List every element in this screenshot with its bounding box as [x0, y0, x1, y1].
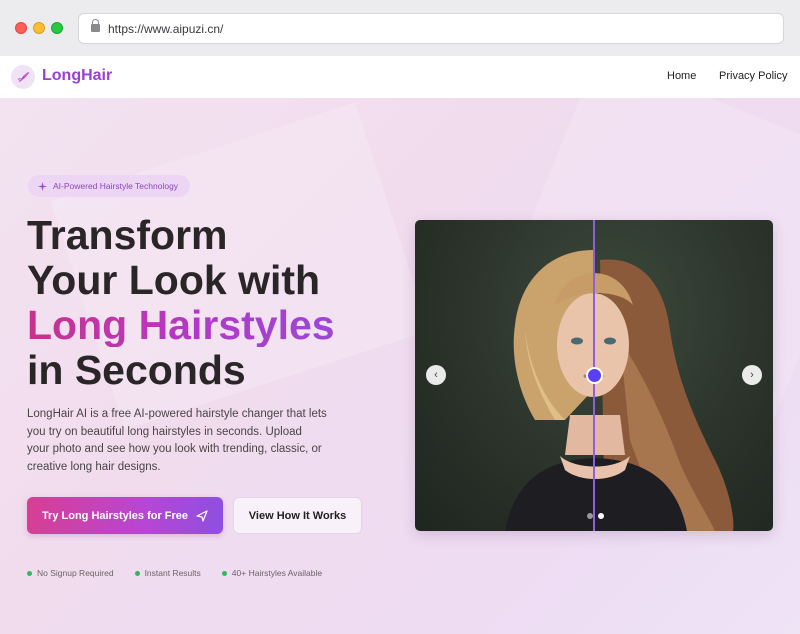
headline-highlight: Long Hairstyles: [27, 302, 335, 348]
pagination-dot[interactable]: [587, 513, 593, 519]
hero-description: LongHair AI is a free AI-powered hairsty…: [27, 408, 327, 473]
try-free-button[interactable]: Try Long Hairstyles for Free: [27, 497, 223, 534]
top-navbar: LongHair Home Privacy Policy: [0, 56, 800, 98]
feature-item: No Signup Required: [27, 568, 114, 578]
address-bar[interactable]: https://www.aipuzi.cn/: [78, 13, 784, 44]
slider-handle[interactable]: [586, 367, 603, 384]
before-after-slider[interactable]: ‹ ›: [415, 220, 773, 531]
feature-item: Instant Results: [134, 568, 201, 578]
ai-badge-label: AI-Powered Hairstyle Technology: [53, 181, 179, 191]
pagination-dot-active[interactable]: [598, 513, 604, 519]
chevron-left-icon: ‹: [434, 369, 438, 381]
lock-icon: [91, 19, 100, 32]
feature-list: No Signup Required Instant Results 40+ H…: [27, 567, 343, 579]
carousel-pagination: [587, 513, 604, 519]
browser-window: https://www.aipuzi.cn/ LongHair Home Pri…: [0, 0, 800, 634]
minimize-window-button[interactable]: [33, 22, 45, 34]
check-dot-icon: [221, 570, 227, 576]
sparkles-icon: [37, 181, 48, 191]
send-icon: [196, 509, 208, 522]
chevron-right-icon: ›: [750, 369, 754, 381]
try-free-button-label: Try Long Hairstyles for Free: [41, 509, 189, 522]
brand-name[interactable]: LongHair: [42, 67, 112, 85]
hero-section: AI-Powered Hairstyle Technology Transfor…: [0, 56, 800, 634]
feature-label: Instant Results: [144, 568, 201, 578]
url-text: https://www.aipuzi.cn/: [108, 22, 224, 36]
nav-link-home[interactable]: Home: [667, 70, 696, 82]
feature-item: 40+ Hairstyles Available: [221, 568, 323, 578]
check-dot-icon: [27, 570, 32, 576]
web-page: LongHair Home Privacy Policy AI-Powered …: [0, 56, 800, 634]
carousel-next-button[interactable]: ›: [742, 365, 762, 385]
ai-badge: AI-Powered Hairstyle Technology: [28, 175, 190, 197]
feature-label: 40+ Hairstyles Available: [231, 568, 323, 578]
nav-link-privacy-policy[interactable]: Privacy Policy: [719, 70, 787, 82]
brush-icon[interactable]: [11, 65, 35, 89]
view-how-it-works-label: View How It Works: [248, 509, 347, 522]
maximize-window-button[interactable]: [51, 22, 63, 34]
view-how-it-works-button[interactable]: View How It Works: [233, 497, 362, 534]
headline-line-4: in Seconds: [27, 347, 246, 393]
browser-chrome: https://www.aipuzi.cn/: [0, 0, 800, 56]
feature-label: No Signup Required: [37, 568, 114, 578]
close-window-button[interactable]: [15, 22, 27, 34]
carousel-prev-button[interactable]: ‹: [426, 365, 446, 385]
headline-line-2: Your Look with: [27, 257, 321, 303]
headline-line-1: Transform: [27, 212, 228, 258]
check-dot-icon: [134, 570, 140, 576]
